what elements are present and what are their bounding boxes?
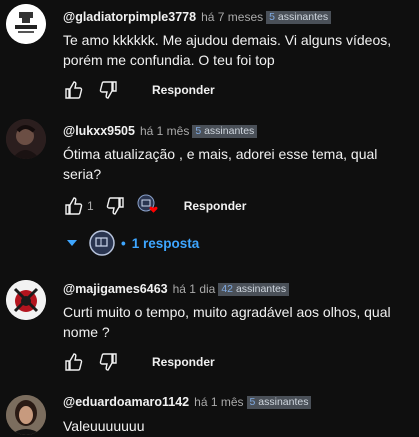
like-button[interactable] [63, 79, 85, 101]
subscriber-label: assinantes [204, 124, 255, 137]
comment-2: @lukxx9505 há 1 mês 5 assinantes Ótima a… [0, 115, 419, 265]
subscriber-count: 5 [269, 10, 275, 23]
thumbs-up-icon [65, 353, 83, 371]
comment-header: @majigames6463 há 1 dia 42 assinantes [63, 281, 290, 297]
comment-text: Ótima atualização , e mais, adorei esse … [63, 146, 378, 182]
subscriber-label: assinantes [258, 395, 309, 408]
comment-author[interactable]: @lukxx9505 [63, 124, 135, 138]
thumbs-up-icon [65, 81, 83, 99]
subscriber-label: assinantes [277, 10, 329, 23]
thumbs-down-icon [99, 81, 117, 99]
comment-author[interactable]: @gladiatorpimple3778 [63, 10, 196, 24]
reply-button[interactable]: Responder [152, 83, 215, 97]
like-count: 1 [87, 199, 94, 213]
like-button[interactable] [63, 195, 85, 217]
subscriber-badge: 5 assinantes [246, 395, 312, 409]
subscriber-count: 42 [221, 282, 234, 295]
avatar[interactable] [6, 4, 46, 44]
replies-count-label[interactable]: 1 resposta [132, 236, 200, 251]
reply-avatar-icon [89, 230, 115, 256]
comment-4: @eduardoamaro1142 há 1 mês 5 assinantes … [0, 392, 419, 437]
comment-author[interactable]: @eduardoamaro1142 [63, 395, 189, 409]
reply-button[interactable]: Responder [152, 355, 215, 369]
view-replies-button[interactable]: • 1 resposta [66, 230, 199, 256]
comment-1: @gladiatorpimple3778 há 7 meses 5 assina… [0, 0, 419, 110]
subscriber-count: 5 [195, 124, 202, 137]
thumbs-down-icon [106, 197, 124, 215]
user-avatar-icon [6, 395, 46, 435]
comment-actions: Responder [63, 78, 215, 102]
creator-heart-icon [137, 194, 158, 213]
comment-header: @gladiatorpimple3778 há 7 meses 5 assina… [63, 9, 332, 25]
chevron-down-icon [67, 240, 77, 246]
dislike-button[interactable] [104, 195, 126, 217]
comment-text: Te amo kkkkkk. Me ajudou demais. Vi algu… [63, 32, 392, 68]
creator-heart-badge[interactable] [136, 194, 162, 217]
comment-header: @eduardoamaro1142 há 1 mês 5 assinantes [63, 394, 312, 410]
bullet-separator: • [121, 235, 126, 251]
user-avatar-icon [6, 280, 46, 320]
comment-actions: Responder [63, 350, 215, 374]
comment-time[interactable]: há 1 dia [173, 282, 216, 296]
subscriber-badge: 5 assinantes [266, 10, 332, 24]
avatar[interactable] [6, 119, 46, 159]
thumbs-down-icon [99, 353, 117, 371]
thumbs-up-icon [65, 197, 83, 215]
subscriber-label: assinantes [235, 282, 287, 295]
comment-actions: 1 Responder [63, 194, 246, 218]
comment-text: Valeuuuuuuu [63, 418, 145, 434]
comment-time[interactable]: há 1 mês [140, 124, 189, 138]
comment-time[interactable]: há 1 mês [194, 395, 243, 409]
subscriber-count: 5 [249, 395, 256, 408]
subscriber-badge: 5 assinantes [192, 124, 258, 138]
comment-time[interactable]: há 7 meses [201, 10, 263, 24]
comment-header: @lukxx9505 há 1 mês 5 assinantes [63, 123, 258, 139]
dislike-button[interactable] [97, 79, 119, 101]
comment-text: Curti muito o tempo, muito agradável aos… [63, 304, 391, 340]
comment-author[interactable]: @majigames6463 [63, 282, 168, 296]
gladiator-logo-icon [6, 4, 46, 44]
avatar[interactable] [6, 395, 46, 435]
subscriber-badge: 42 assinantes [218, 282, 290, 296]
like-button[interactable] [63, 351, 85, 373]
avatar[interactable] [6, 280, 46, 320]
user-avatar-icon [6, 119, 46, 159]
dislike-button[interactable] [97, 351, 119, 373]
reply-button[interactable]: Responder [184, 199, 247, 213]
comment-3: @majigames6463 há 1 dia 42 assinantes Cu… [0, 278, 419, 378]
